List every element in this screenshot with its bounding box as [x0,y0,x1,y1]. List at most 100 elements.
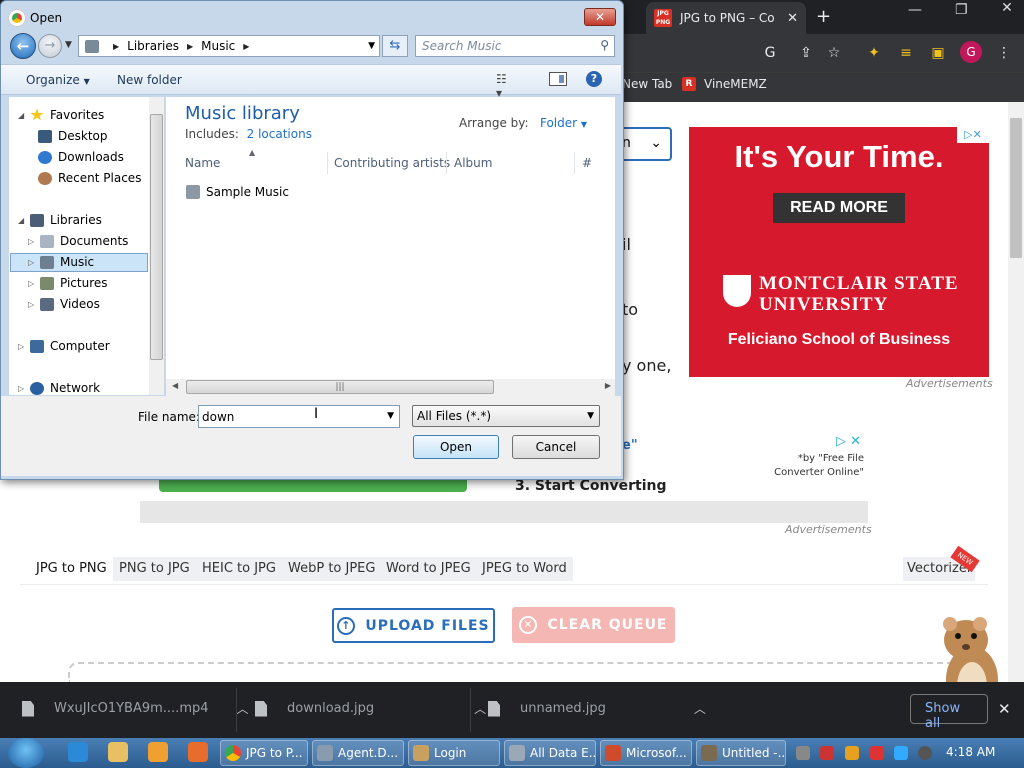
nav-documents[interactable]: Documents [40,234,128,248]
column-name[interactable]: Name [185,156,220,170]
menu-icon[interactable]: ⋮ [994,43,1014,63]
volume-icon[interactable] [918,746,932,760]
file-explorer-icon[interactable] [108,742,128,762]
column-album[interactable]: Album [454,156,492,170]
arrange-by-dropdown[interactable]: Folder ▼ [540,116,587,130]
expand-arrow-icon[interactable]: ◢ [18,216,24,225]
tab-jpeg-to-word[interactable]: JPEG to Word [476,557,573,581]
network-icon[interactable] [894,746,908,760]
tab-webp-to-jpeg[interactable]: WebP to JPEG [282,557,382,581]
taskbar-all-data[interactable]: All Data E... [504,740,596,766]
taskbar-clock[interactable]: 4:18 AM [946,745,995,759]
nav-computer[interactable]: Computer [30,339,110,353]
horizontal-scroll-thumb[interactable]: ||| [186,380,494,394]
cancel-button[interactable]: Cancel [512,435,600,459]
profile-avatar[interactable]: G [960,41,982,63]
expand-arrow-icon[interactable]: ▷ [28,237,34,246]
file-name-input[interactable]: down ▼ [198,405,400,428]
ad-read-more-button[interactable]: READ MORE [773,193,905,223]
breadcrumb-arrow-icon[interactable]: ▶ [243,42,249,51]
chevron-up-icon[interactable]: ︿ [474,700,486,717]
chevron-up-icon[interactable]: ︿ [237,700,249,717]
nav-pictures[interactable]: Pictures [40,276,108,290]
taskbar-untitled[interactable]: Untitled -... [696,740,786,766]
refresh-icon[interactable]: ⇆ [382,35,408,57]
share-icon[interactable]: ⇪ [796,43,816,63]
back-arrow-icon[interactable]: ← [10,33,36,59]
file-list-item[interactable]: Sample Music [186,185,289,199]
media-player-icon[interactable] [148,742,168,762]
extensions-icon[interactable]: ✦ [864,43,884,63]
taskbar-login[interactable]: Login [408,740,500,766]
change-view-icon[interactable]: ☷ ▾ [496,72,512,100]
scroll-left-icon[interactable]: ◀ [172,381,178,390]
tab-png-to-jpg[interactable]: PNG to JPG [113,557,196,581]
tab-close-icon[interactable]: ✕ [787,11,798,26]
tray-icon[interactable] [820,746,834,760]
drop-zone[interactable] [68,662,956,682]
page-scroll-thumb[interactable] [1010,118,1022,258]
flag-icon[interactable] [870,746,884,760]
green-button[interactable] [159,478,467,492]
nav-scroll-thumb[interactable] [150,114,163,360]
minimize-icon[interactable]: — [908,2,922,18]
address-dropdown-icon[interactable]: ▼ [368,41,375,51]
address-bar[interactable]: ▶ Libraries ▶ Music ▶ ▼ [78,35,380,57]
tab-jpg-to-png[interactable]: JPG to PNG [30,557,113,581]
new-tab-icon[interactable]: + [816,6,831,27]
locations-link[interactable]: 2 locations [247,127,312,141]
tray-icon[interactable] [796,746,810,760]
nav-downloads[interactable]: Downloads [38,150,124,164]
expand-arrow-icon[interactable]: ◢ [18,111,24,120]
nav-desktop[interactable]: Desktop [38,129,108,143]
taskbar-chrome[interactable]: JPG to P... [220,740,308,766]
forward-arrow-icon[interactable]: → [38,34,62,58]
column-contributing-artists[interactable]: Contributing artists [334,156,450,170]
reading-list-icon[interactable]: ≡ [896,43,916,63]
file-type-select[interactable]: All Files (*.*) ▼ [412,405,600,427]
breadcrumb-arrow-icon[interactable]: ▶ [113,42,119,51]
breadcrumb-libraries[interactable]: Libraries [127,39,179,53]
app-icon[interactable] [188,742,208,762]
bookmark-new-tab[interactable]: New Tab [622,77,672,91]
search-icon[interactable]: ⚲ [600,38,609,52]
column-track-number[interactable]: # [582,156,592,170]
internet-explorer-icon[interactable] [68,742,88,762]
start-button[interactable] [8,738,44,768]
adchoices-icon[interactable]: ▷ ✕ [836,434,861,449]
tab-word-to-jpeg[interactable]: Word to JPEG [380,557,477,581]
google-icon[interactable]: G [760,43,780,63]
column-divider[interactable] [574,152,575,174]
window-close-icon[interactable]: ✕ [990,0,1024,20]
breadcrumb-music[interactable]: Music [201,39,235,53]
download-item[interactable]: download.jpg ︿ [255,700,486,717]
expand-arrow-icon[interactable]: ▷ [28,300,34,309]
download-item[interactable]: unnamed.jpg ︿ [488,700,706,717]
help-icon[interactable]: ? [586,71,602,87]
expand-arrow-icon[interactable]: ▷ [18,384,24,393]
scroll-right-icon[interactable]: ▶ [605,381,611,390]
nav-videos[interactable]: Videos [40,297,100,311]
chevron-down-icon[interactable]: ▼ [387,411,394,421]
nav-network[interactable]: Network [30,381,100,395]
restore-icon[interactable]: ❐ [955,2,968,18]
taskbar-microsoft[interactable]: Microsof... [600,740,692,766]
star-icon[interactable]: ☆ [824,43,844,63]
breadcrumb-arrow-icon[interactable]: ▶ [187,42,193,51]
bookmark-vinememz[interactable]: R VineMEMZ [682,77,767,91]
browser-tab[interactable]: JPG PNG JPG to PNG – Co ✕ [646,2,806,34]
montclair-ad[interactable]: It's Your Time. READ MORE MONTCLAIR STAT… [689,127,989,377]
column-divider[interactable] [327,152,328,174]
expand-arrow-icon[interactable]: ▷ [28,279,34,288]
chevron-up-icon[interactable]: ︿ [694,700,706,717]
new-folder-button[interactable]: New folder [117,73,182,87]
recent-locations-dropdown-icon[interactable]: ▼ [65,40,72,50]
show-all-button[interactable]: Show all [910,694,988,731]
taskbar-agent[interactable]: Agent.D... [312,740,404,766]
organize-button[interactable]: Organize ▼ [26,73,90,87]
tab-heic-to-jpg[interactable]: HEIC to JPG [196,557,282,581]
nav-libraries[interactable]: Libraries [30,213,102,227]
dialog-close-icon[interactable]: ✕ [584,8,616,26]
nav-music[interactable]: Music [40,255,94,269]
search-input[interactable]: Search Music ⚲ [415,35,615,57]
